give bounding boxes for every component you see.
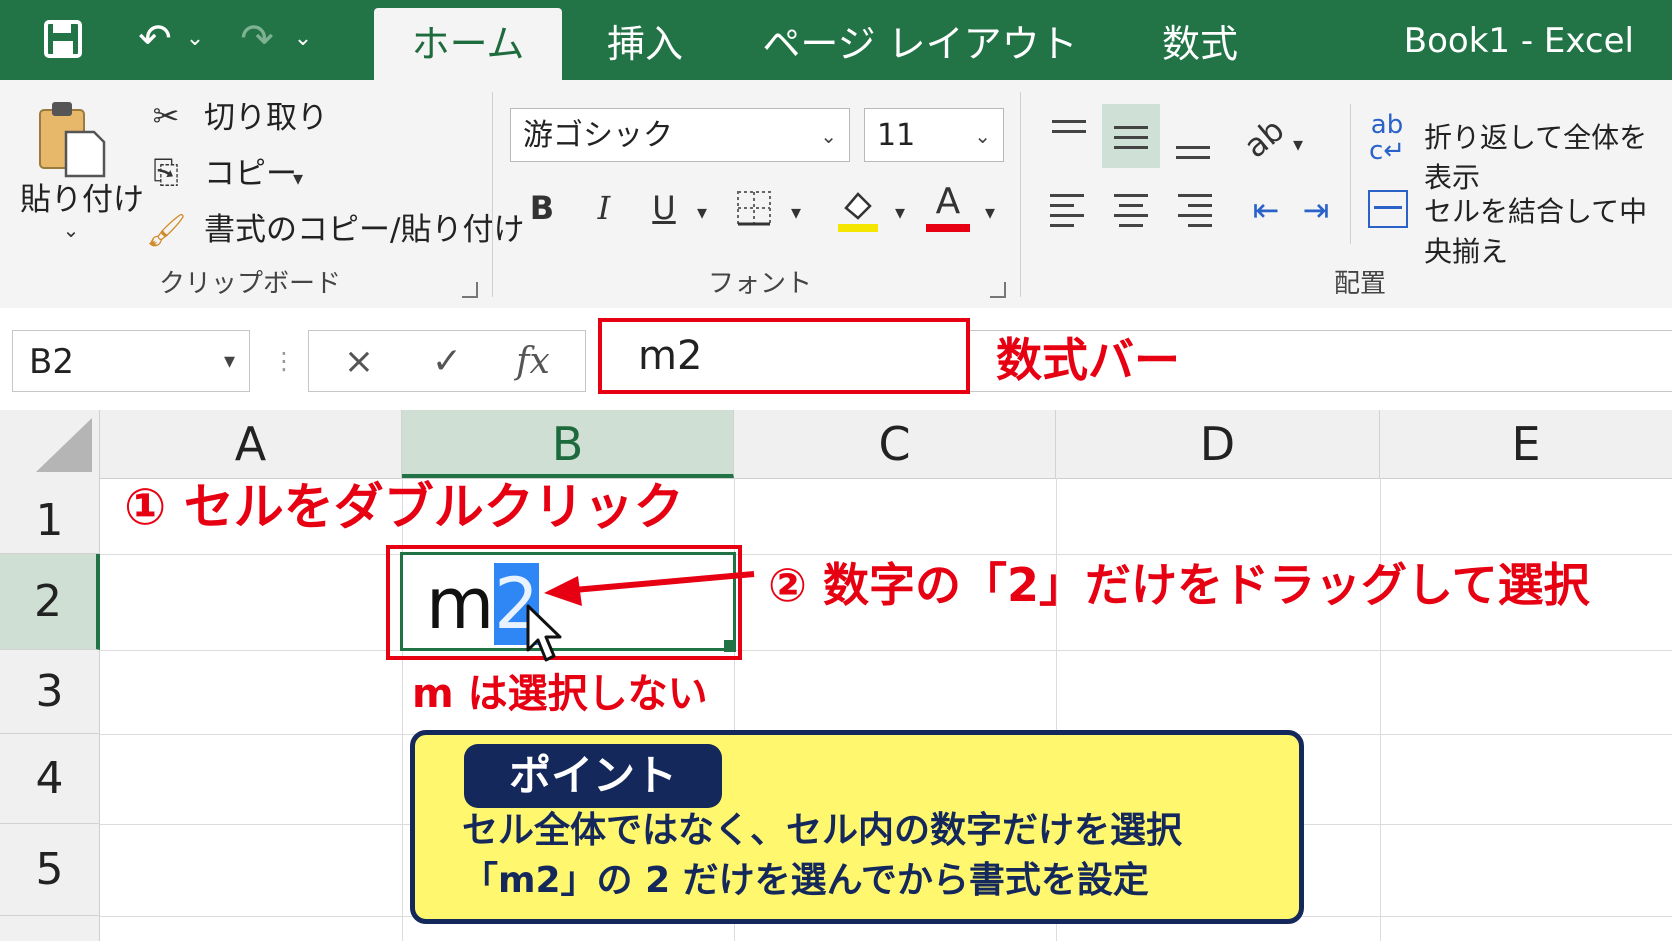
step2-annotation: ② 数字の「2」だけをドラッグして選択 [768, 558, 1590, 612]
format-painter-icon: 🖌 [146, 211, 187, 249]
formula-input[interactable]: m2 [598, 318, 970, 394]
row-header-5[interactable]: 5 [0, 824, 100, 916]
name-box[interactable]: B2 ▾ [12, 330, 250, 392]
bold-button[interactable]: B [522, 188, 562, 228]
increase-indent-icon[interactable]: ⇥ [1294, 190, 1338, 230]
wrap-text-button[interactable]: 折り返して全体を表示 [1424, 118, 1672, 198]
column-header-e[interactable]: E [1380, 410, 1672, 478]
splitter-handle[interactable]: ⋮ [272, 346, 296, 376]
row-header-1[interactable]: 1 [0, 478, 100, 554]
tab-formulas[interactable]: 数式 [1140, 8, 1260, 80]
tab-home[interactable]: ホーム [374, 8, 562, 80]
row-header-3[interactable]: 3 [0, 650, 100, 734]
borders-icon[interactable] [736, 190, 776, 230]
fill-handle[interactable] [724, 640, 736, 652]
point-badge: ポイント [464, 744, 722, 808]
insert-function-icon[interactable]: fx [503, 335, 563, 389]
cut-button[interactable]: 切り取り [204, 98, 328, 138]
column-header-a[interactable]: A [100, 410, 402, 478]
font-color-glyph: A [935, 181, 961, 222]
copy-icon: ⎘ [153, 153, 179, 191]
copy-dropdown-icon[interactable]: ▾ [286, 158, 310, 198]
merge-center-button[interactable]: セルを結合して中央揃え [1424, 192, 1672, 272]
undo-dropdown-icon[interactable]: ⌄ [182, 14, 208, 64]
clipboard-launcher-icon[interactable] [462, 282, 478, 298]
clipboard-group-label: クリップボード [158, 269, 341, 299]
arrow-icon [540, 560, 760, 620]
formula-bar-callout: 数式バー [996, 332, 1190, 388]
fill-color-icon[interactable] [836, 184, 880, 234]
paste-dropdown-icon[interactable]: ⌄ [56, 218, 86, 242]
italic-button[interactable]: I [584, 188, 624, 228]
merge-center-icon [1368, 190, 1408, 228]
font-size-select[interactable]: 11 ⌄ [864, 108, 1004, 162]
font-size-value: 11 [877, 118, 916, 153]
enter-icon[interactable]: ✓ [417, 335, 477, 389]
fill-color-dropdown-icon[interactable]: ▾ [888, 192, 912, 232]
ribbon-separator [492, 92, 493, 297]
redo-icon[interactable]: ↷ [232, 14, 282, 64]
align-left-button[interactable] [1040, 182, 1098, 244]
font-group-label: フォント [707, 269, 812, 299]
cancel-icon[interactable]: × [329, 335, 389, 389]
row-header-4[interactable]: 4 [0, 734, 100, 824]
ribbon-separator [1020, 92, 1021, 297]
align-right-button[interactable] [1164, 182, 1222, 244]
font-launcher-icon[interactable] [990, 282, 1006, 298]
point-line-2: 「m2」の 2 だけを選んでから書式を設定 [462, 860, 1149, 901]
paste-icon[interactable] [36, 98, 108, 178]
name-box-value: B2 [29, 342, 74, 382]
column-header-b[interactable]: B [402, 410, 734, 478]
font-name-select[interactable]: 游ゴシック ⌄ [510, 108, 850, 162]
decrease-indent-icon[interactable]: ⇤ [1244, 190, 1288, 230]
align-middle-button[interactable] [1102, 104, 1160, 168]
underline-dropdown-icon[interactable]: ▾ [690, 192, 714, 232]
row-header-2[interactable]: 2 [0, 554, 100, 650]
no-select-m-note: m は選択しない [412, 671, 708, 717]
title-bar: ↶ ⌄ ↷ ⌄ ホーム 挿入 ページ レイアウト 数式 Book1 - Exce… [0, 0, 1672, 80]
format-painter-button[interactable]: 書式のコピー/貼り付け [204, 210, 524, 250]
align-bottom-button[interactable] [1164, 110, 1222, 172]
underline-button[interactable]: U [644, 188, 684, 228]
window-title: Book1 - Excel [1403, 21, 1634, 61]
orientation-dropdown-icon[interactable]: ▾ [1286, 124, 1310, 164]
scissors-icon: ✂ [152, 97, 180, 135]
grid-line [100, 650, 1672, 651]
select-all-button[interactable] [0, 410, 100, 478]
font-color-dropdown-icon[interactable]: ▾ [978, 192, 1002, 232]
cell-b2-editor[interactable]: m2 [426, 562, 539, 646]
paste-button[interactable]: 貼り付け [20, 180, 144, 220]
grid-line [1380, 478, 1381, 941]
font-name-value: 游ゴシック [523, 118, 673, 153]
wrap-text-icon: ab c↵ [1368, 110, 1406, 166]
formula-buttons: × ✓ fx [308, 330, 586, 392]
tab-page-layout[interactable]: ページ レイアウト [760, 8, 1080, 80]
tab-insert[interactable]: 挿入 [580, 8, 710, 80]
row-header-6[interactable] [0, 916, 100, 941]
chevron-down-icon: ⌄ [974, 124, 991, 148]
column-header-c[interactable]: C [734, 410, 1056, 478]
align-top-button[interactable] [1040, 108, 1098, 170]
font-color-swatch [926, 224, 970, 232]
chevron-down-icon: ▾ [223, 349, 235, 374]
alignment-group-label: 配置 [1333, 269, 1386, 299]
step1-annotation: ① セルをダブルクリック [124, 478, 684, 536]
column-header-d[interactable]: D [1056, 410, 1380, 478]
customize-qat-icon[interactable]: ⌄ [290, 14, 316, 64]
font-color-icon[interactable]: A [926, 182, 970, 234]
cell-text-plain: m [426, 563, 495, 645]
save-icon[interactable] [38, 14, 88, 71]
point-line-1: セル全体ではなく、セル内の数字だけを選択 [462, 810, 1183, 851]
copy-button[interactable]: コピー [204, 154, 297, 194]
chevron-down-icon: ⌄ [820, 124, 837, 148]
align-center-button[interactable] [1102, 182, 1160, 244]
borders-dropdown-icon[interactable]: ▾ [784, 192, 808, 232]
ribbon-separator [1350, 104, 1351, 244]
undo-icon[interactable]: ↶ [130, 14, 180, 64]
